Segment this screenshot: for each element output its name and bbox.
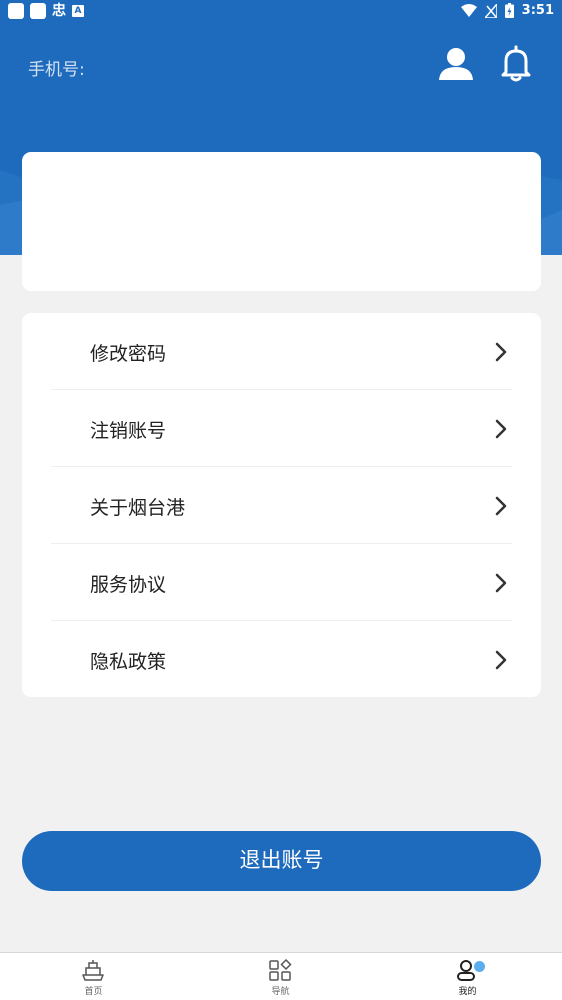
menu-item-cancel-account[interactable]: 注销账号 [22, 390, 541, 467]
notification-badge [474, 961, 485, 972]
status-time: 3:51 [521, 3, 554, 18]
battery-icon [504, 3, 514, 18]
menu-item-label: 注销账号 [90, 420, 167, 442]
signal-icon [484, 3, 497, 18]
status-bar: 忠 A 3:51 [0, 0, 562, 24]
menu-item-label: 服务协议 [90, 574, 167, 596]
tab-label: 首页 [84, 987, 103, 997]
tab-label: 我的 [458, 987, 477, 997]
chevron-right-icon [495, 650, 507, 670]
wifi-icon [460, 3, 477, 17]
bell-icon[interactable] [498, 45, 534, 83]
chevron-right-icon [495, 573, 507, 593]
notification-app-icon [8, 3, 24, 19]
notification-glyph: 忠 [52, 3, 66, 19]
menu-item-privacy-policy[interactable]: 隐私政策 [22, 621, 541, 698]
notification-app-icon [30, 3, 46, 19]
tab-navigation[interactable]: 导航 [187, 953, 374, 1000]
menu-item-label: 关于烟台港 [90, 497, 186, 519]
menu-item-label: 隐私政策 [90, 651, 167, 673]
logout-button[interactable]: 退出账号 [22, 831, 541, 891]
menu-item-about[interactable]: 关于烟台港 [22, 467, 541, 544]
profile-card [22, 152, 541, 291]
tab-mine[interactable]: 我的 [374, 953, 561, 1000]
tab-label: 导航 [271, 987, 290, 997]
chevron-right-icon [495, 419, 507, 439]
grid-icon [269, 958, 292, 981]
phone-number-label: 手机号: [28, 60, 85, 80]
chevron-right-icon [495, 496, 507, 516]
settings-menu: 修改密码 注销账号 关于烟台港 服务协议 隐私政策 [22, 313, 541, 697]
ship-icon [82, 960, 104, 981]
notification-a-icon: A [72, 5, 84, 17]
bottom-tab-bar: 首页 导航 我的 [0, 952, 562, 1000]
menu-item-change-password[interactable]: 修改密码 [22, 313, 541, 390]
chevron-right-icon [495, 342, 507, 362]
menu-item-service-agreement[interactable]: 服务协议 [22, 544, 541, 621]
user-icon[interactable] [438, 46, 474, 82]
tab-home[interactable]: 首页 [0, 953, 187, 1000]
menu-item-label: 修改密码 [90, 343, 167, 365]
